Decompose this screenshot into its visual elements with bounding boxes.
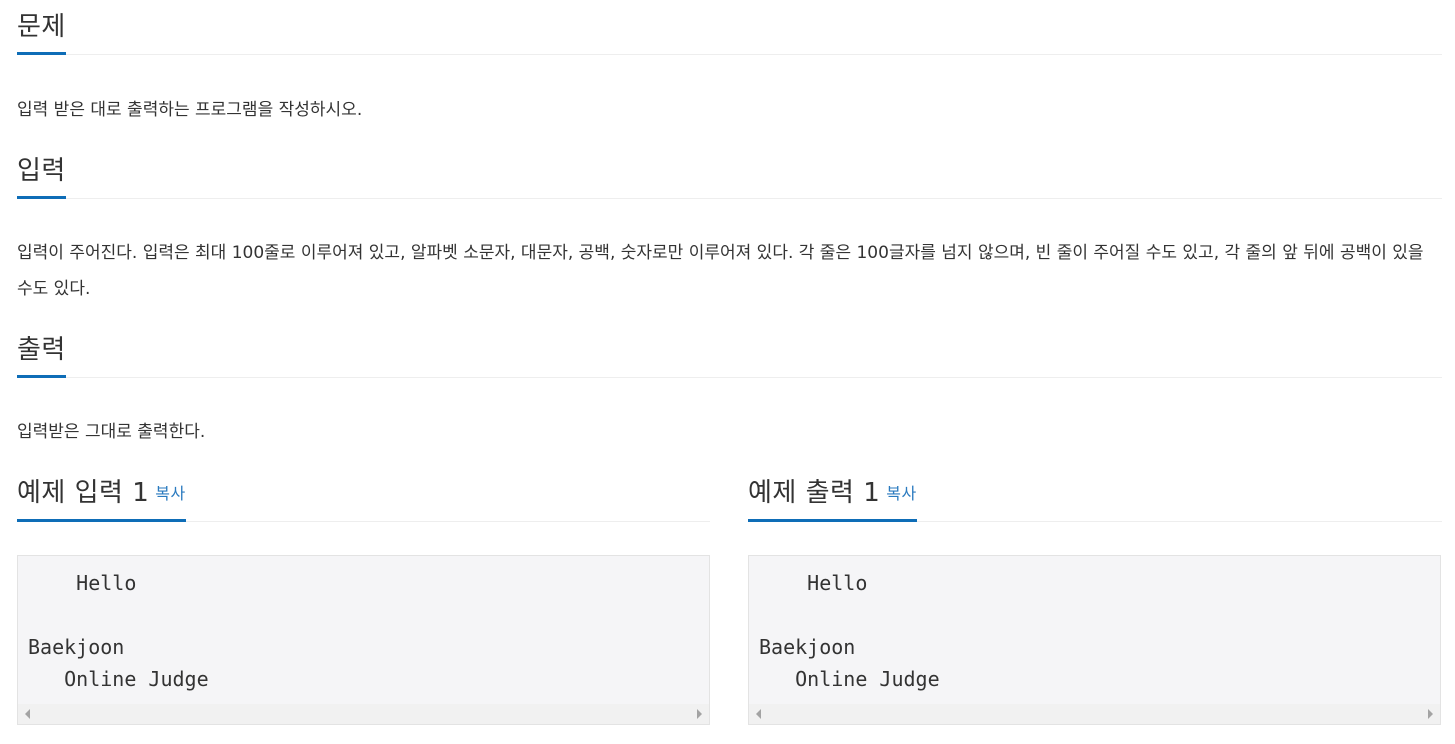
sample-input-title-wrap: 예제 입력 1 복사 [17, 478, 186, 522]
sample-output-header: 예제 출력 1 복사 [748, 478, 1442, 522]
problem-section-header: 문제 [17, 12, 1442, 55]
scroll-right-arrow-icon[interactable] [697, 709, 702, 719]
sample-output-box[interactable]: Hello Baekjoon Online Judge [748, 555, 1441, 725]
input-description: 입력이 주어진다. 입력은 최대 100줄로 이루어져 있고, 알파벳 소문자,… [17, 243, 1424, 299]
input-section-header: 입력 [17, 156, 1442, 199]
problem-title: 문제 [17, 12, 66, 55]
input-title: 입력 [17, 156, 66, 199]
sample-input-header: 예제 입력 1 복사 [17, 478, 710, 522]
problem-description: 입력 받은 대로 출력하는 프로그램을 작성하시오. [17, 100, 363, 120]
output-description: 입력받은 그대로 출력한다. [17, 422, 206, 442]
sample-input-copy-button[interactable]: 복사 [155, 484, 185, 503]
sample-output-title-wrap: 예제 출력 1 복사 [748, 478, 917, 522]
sample-input-box[interactable]: Hello Baekjoon Online Judge [17, 555, 710, 725]
sample-output-copy-button[interactable]: 복사 [886, 484, 916, 503]
sample-input-title: 예제 입력 1 [17, 478, 150, 508]
output-title: 출력 [17, 335, 66, 378]
sample-output-title: 예제 출력 1 [748, 478, 881, 508]
sample-output-content[interactable]: Hello Baekjoon Online Judge [759, 567, 940, 695]
scroll-left-arrow-icon[interactable] [25, 709, 30, 719]
problem-page: 문제 입력 받은 대로 출력하는 프로그램을 작성하시오. 입력 입력이 주어진… [0, 0, 1455, 744]
sample-input-scrollbar[interactable] [18, 704, 709, 724]
output-section-header: 출력 [17, 335, 1442, 378]
scroll-left-arrow-icon[interactable] [756, 709, 761, 719]
sample-input-content[interactable]: Hello Baekjoon Online Judge [28, 567, 209, 695]
scroll-right-arrow-icon[interactable] [1428, 709, 1433, 719]
sample-output-scrollbar[interactable] [749, 704, 1440, 724]
